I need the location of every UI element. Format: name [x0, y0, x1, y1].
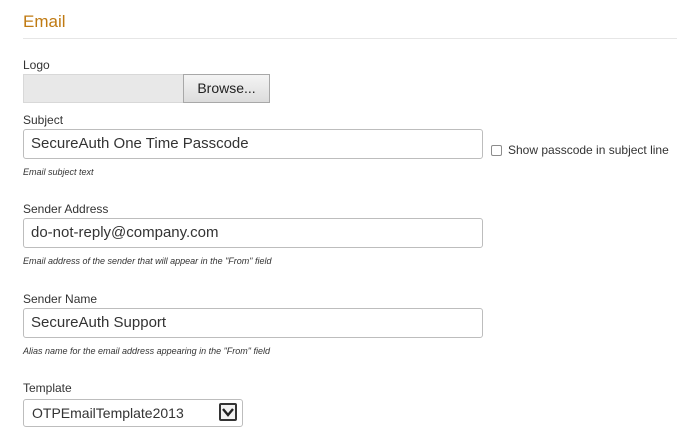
template-selected-value: OTPEmailTemplate2013 [32, 405, 184, 421]
subject-help-text: Email subject text [23, 167, 94, 177]
show-passcode-option[interactable]: Show passcode in subject line [491, 143, 669, 157]
sender-address-help-text: Email address of the sender that will ap… [23, 256, 272, 266]
logo-file-path[interactable] [23, 74, 183, 103]
show-passcode-checkbox[interactable] [491, 144, 502, 156]
browse-button[interactable]: Browse... [183, 74, 270, 103]
sender-name-input[interactable]: SecureAuth Support [23, 308, 483, 338]
template-label: Template [23, 381, 72, 395]
logo-label: Logo [23, 58, 50, 72]
template-select[interactable]: OTPEmailTemplate2013 [23, 399, 243, 427]
show-passcode-label[interactable]: Show passcode in subject line [508, 143, 669, 157]
subject-label: Subject [23, 113, 64, 127]
sender-name-label: Sender Name [23, 292, 98, 306]
title-divider [23, 38, 677, 39]
chevron-down-icon[interactable] [219, 403, 237, 421]
sender-address-input[interactable]: do-not-reply@company.com [23, 218, 483, 248]
sender-name-help-text: Alias name for the email address appeari… [23, 346, 271, 356]
sender-address-label: Sender Address [23, 202, 109, 216]
subject-input[interactable]: SecureAuth One Time Passcode [23, 129, 483, 159]
section-title: Email [23, 12, 66, 31]
email-settings-panel: Email Logo Browse... Subject SecureAuth … [0, 0, 682, 442]
